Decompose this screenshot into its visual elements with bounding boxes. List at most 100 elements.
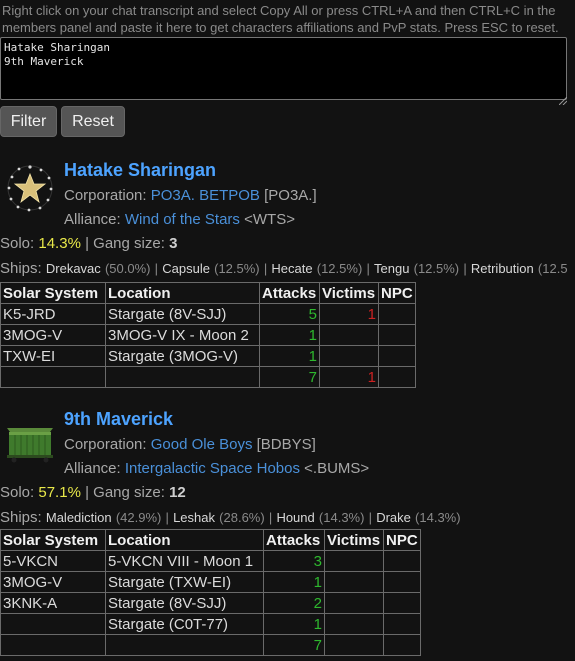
corporation-link[interactable]: PO3A. BETPOB <box>151 187 260 204</box>
solar-system-cell[interactable]: 5-VKCN <box>0 550 106 572</box>
separator: | <box>85 484 89 501</box>
character-name[interactable]: 9th Maverick <box>64 409 173 430</box>
column-header[interactable]: Attacks <box>263 529 325 551</box>
ships-list: Ships: Drekavac (50.0%) | Capsule (12.5%… <box>0 260 568 277</box>
alliance-label: Alliance: <box>64 211 121 228</box>
ship-name[interactable]: Hound <box>276 510 314 525</box>
resize-grip-icon[interactable] <box>558 92 568 106</box>
ship-name[interactable]: Drake <box>376 510 411 525</box>
kills-table: Solar System Location Attacks Victims NPC K5-… <box>0 282 416 388</box>
reset-button[interactable]: Reset <box>61 106 125 137</box>
separator: | <box>368 510 373 525</box>
ship-percentage: (12.5%) <box>214 261 260 276</box>
attacks-cell: 5 <box>259 303 320 325</box>
ship-name[interactable]: Capsule <box>162 261 210 276</box>
ship-name[interactable]: Malediction <box>46 510 112 525</box>
ship-percentage: (12.5 <box>537 261 568 276</box>
solo-label: Solo: <box>0 235 35 252</box>
alliance-label: Alliance: <box>64 460 121 477</box>
npc-cell <box>378 324 416 346</box>
kills-table: Solar System Location Attacks Victims NPC 5-V… <box>0 529 421 656</box>
corporation-link[interactable]: Good Ole Boys <box>151 436 253 453</box>
solo-value: 57.1% <box>38 484 81 501</box>
column-header[interactable]: Solar System <box>0 529 106 551</box>
location-cell: Stargate (3MOG-V) <box>105 345 260 367</box>
solar-system-cell[interactable]: 3MOG-V <box>0 324 106 346</box>
alliance-link[interactable]: Wind of the Stars <box>125 211 240 228</box>
table-row: TXW-EI Stargate (3MOG-V) 1 <box>0 345 416 367</box>
gang-size-value: 12 <box>169 484 186 501</box>
column-header[interactable]: Solar System <box>0 282 106 304</box>
separator: | <box>366 261 370 276</box>
table-row: 3KNK-A Stargate (8V-SJJ) 2 <box>0 592 421 614</box>
solo-value: 14.3% <box>38 235 81 252</box>
totals-row: 71 <box>0 366 416 388</box>
solar-system-cell[interactable]: 3KNK-A <box>0 592 106 614</box>
corporation-ticker: [PO3A.] <box>264 187 317 204</box>
alliance-line: Alliance: Wind of the Stars <WTS> <box>64 211 295 228</box>
table-row: 3MOG-V Stargate (TXW-EI) 1 <box>0 571 421 593</box>
column-header[interactable]: Victims <box>319 282 379 304</box>
ship-percentage: (12.5%) <box>316 261 363 276</box>
victims-cell <box>319 345 379 367</box>
ship-name[interactable]: Drekavac <box>46 261 101 276</box>
ship-name[interactable]: Retribution <box>471 261 534 276</box>
separator: | <box>463 261 467 276</box>
attacks-cell: 1 <box>263 613 325 635</box>
star-emblem-icon <box>4 162 56 214</box>
total-npc-cell <box>383 634 421 656</box>
victims-cell <box>324 613 384 635</box>
character-name[interactable]: Hatake Sharingan <box>64 160 216 181</box>
column-header[interactable]: NPC <box>383 529 421 551</box>
alliance-ticker: <.BUMS> <box>304 460 370 477</box>
solar-system-cell[interactable] <box>0 613 106 635</box>
total-victims-cell <box>324 634 384 656</box>
npc-cell <box>383 592 421 614</box>
ships-label: Ships: <box>0 260 42 277</box>
alliance-line: Alliance: Intergalactic Space Hobos <.BU… <box>64 460 369 477</box>
ships-list: Ships: Malediction (42.9%) | Leshak (28.… <box>0 509 461 526</box>
totals-row: 7 <box>0 634 421 656</box>
solar-system-cell[interactable]: K5-JRD <box>0 303 106 325</box>
empty-cell <box>105 366 260 388</box>
victims-cell <box>324 571 384 593</box>
solo-label: Solo: <box>0 484 35 501</box>
npc-cell <box>378 303 416 325</box>
location-cell: Stargate (TXW-EI) <box>105 571 264 593</box>
separator: | <box>263 261 268 276</box>
npc-cell <box>383 550 421 572</box>
ship-name[interactable]: Tengu <box>374 261 409 276</box>
separator: | <box>85 235 89 252</box>
column-header[interactable]: Victims <box>324 529 384 551</box>
separator: | <box>154 261 159 276</box>
ship-percentage: (14.3%) <box>318 510 365 525</box>
filter-button[interactable]: Filter <box>0 106 57 137</box>
ship-name[interactable]: Leshak <box>173 510 215 525</box>
separator: | <box>165 510 169 525</box>
column-header[interactable]: Location <box>105 282 260 304</box>
column-header[interactable]: NPC <box>378 282 416 304</box>
green-dumpster-icon <box>4 412 56 464</box>
attacks-cell: 3 <box>263 550 325 572</box>
gang-size-label: Gang size: <box>93 235 165 252</box>
table-header-row: Solar System Location Attacks Victims NPC <box>0 282 416 304</box>
location-cell: Stargate (C0T-77) <box>105 613 264 635</box>
solar-system-cell[interactable]: TXW-EI <box>0 345 106 367</box>
alliance-link[interactable]: Intergalactic Space Hobos <box>125 460 300 477</box>
solar-system-cell[interactable]: 3MOG-V <box>0 571 106 593</box>
total-attacks-cell: 7 <box>259 366 320 388</box>
column-header[interactable]: Attacks <box>259 282 320 304</box>
location-cell: 3MOG-V IX - Moon 2 <box>105 324 260 346</box>
npc-cell <box>383 571 421 593</box>
table-row: K5-JRD Stargate (8V-SJJ) 5 1 <box>0 303 416 325</box>
ship-percentage: (50.0%) <box>104 261 151 276</box>
solo-gang-stats: Solo: 57.1% | Gang size: 12 <box>0 484 186 501</box>
ship-percentage: (28.6%) <box>219 510 265 525</box>
empty-cell <box>105 634 264 656</box>
ship-name[interactable]: Hecate <box>271 261 312 276</box>
attacks-cell: 1 <box>259 324 320 346</box>
column-header[interactable]: Location <box>105 529 264 551</box>
attacks-cell: 2 <box>263 592 325 614</box>
transcript-input[interactable]: Hatake Sharingan 9th Maverick <box>0 37 567 100</box>
ship-percentage: (14.3%) <box>415 510 461 525</box>
